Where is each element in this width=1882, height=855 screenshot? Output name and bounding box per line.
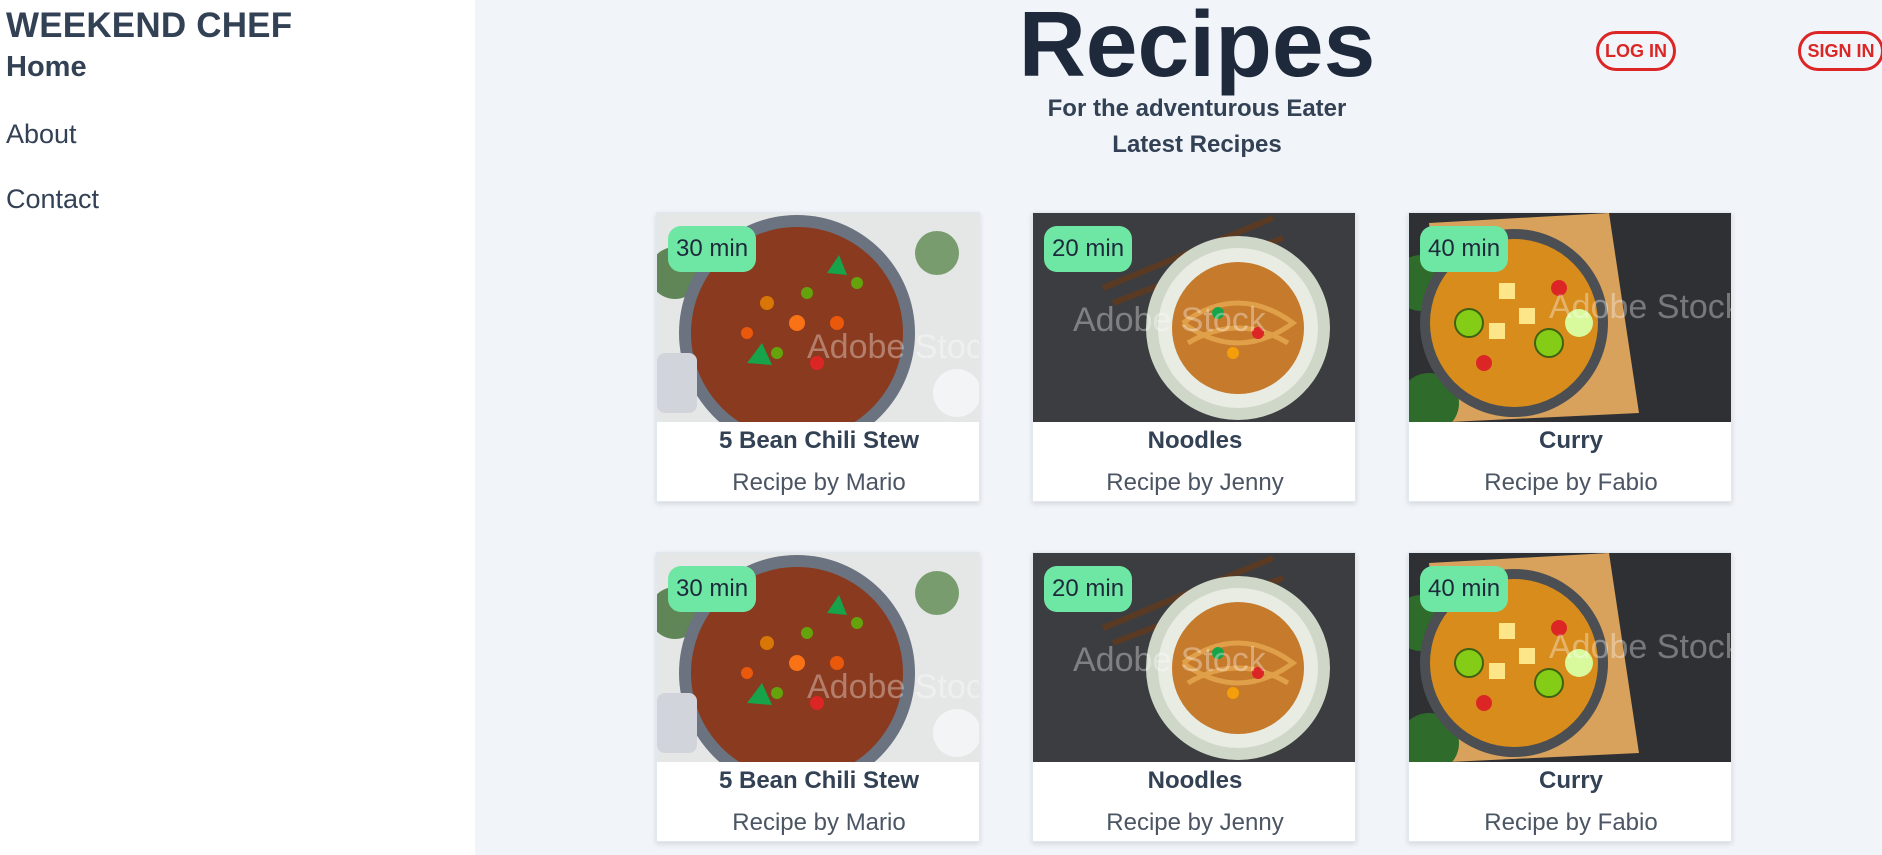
recipe-author: Recipe by Fabio [1484,469,1658,496]
recipe-card[interactable]: Adobe Stock 40 min Curry Recipe by Fabio [1408,212,1732,502]
recipe-author: Recipe by Mario [732,469,906,496]
recipe-card[interactable]: Adobe Stock 40 min Curry Recipe by Fabio [1408,552,1732,842]
recipe-title: Curry [1538,767,1604,794]
recipe-card[interactable]: Adobe Stock 30 min 5 Bean Chili Stew Rec… [656,212,980,502]
sidebar: WEEKEND CHEF Home About Contact [0,0,475,855]
recipe-card[interactable]: Adobe Stock 20 min Noodles Recipe by Jen… [1032,212,1356,502]
svg-text:Adobe Stock: Adobe Stock [807,668,980,706]
cook-time-badge: 30 min [668,566,757,612]
recipe-author: Recipe by Fabio [1484,809,1658,836]
nav-item-about[interactable]: About [6,119,77,150]
section-title: Latest Recipes [1112,131,1282,158]
recipe-title: Curry [1538,427,1604,454]
recipe-title: 5 Bean Chili Stew [718,767,920,794]
recipe-title: Noodles [1147,427,1243,454]
page-subtitle: For the adventurous Eater [1047,95,1347,122]
signin-button[interactable]: SIGN IN [1798,31,1882,71]
nav-item-contact[interactable]: Contact [6,184,99,215]
recipe-title: 5 Bean Chili Stew [718,427,920,454]
recipe-card[interactable]: Adobe Stock 20 min Noodles Recipe by Jen… [1032,552,1356,842]
cook-time-badge: 20 min [1044,226,1133,272]
recipe-author: Recipe by Mario [732,809,906,836]
nav-item-home[interactable]: Home [6,51,87,84]
svg-text:Adobe Stock: Adobe Stock [1073,301,1267,339]
login-button[interactable]: LOG IN [1596,31,1676,71]
svg-text:Adobe Stock: Adobe Stock [1549,288,1732,326]
recipe-card[interactable]: Adobe Stock 30 min 5 Bean Chili Stew Rec… [656,552,980,842]
cook-time-badge: 40 min [1420,566,1509,612]
brand-title[interactable]: WEEKEND CHEF [6,6,292,46]
cook-time-badge: 30 min [668,226,757,272]
cook-time-badge: 20 min [1044,566,1133,612]
recipe-title: Noodles [1147,767,1243,794]
svg-text:Adobe Stock: Adobe Stock [1549,628,1732,666]
main-content: Recipes For the adventurous Eater Latest… [475,0,1882,855]
svg-text:Adobe Stock: Adobe Stock [1073,641,1267,679]
svg-text:Adobe Stock: Adobe Stock [807,328,980,366]
recipe-author: Recipe by Jenny [1106,809,1284,836]
recipe-author: Recipe by Jenny [1106,469,1284,496]
cook-time-badge: 40 min [1420,226,1509,272]
